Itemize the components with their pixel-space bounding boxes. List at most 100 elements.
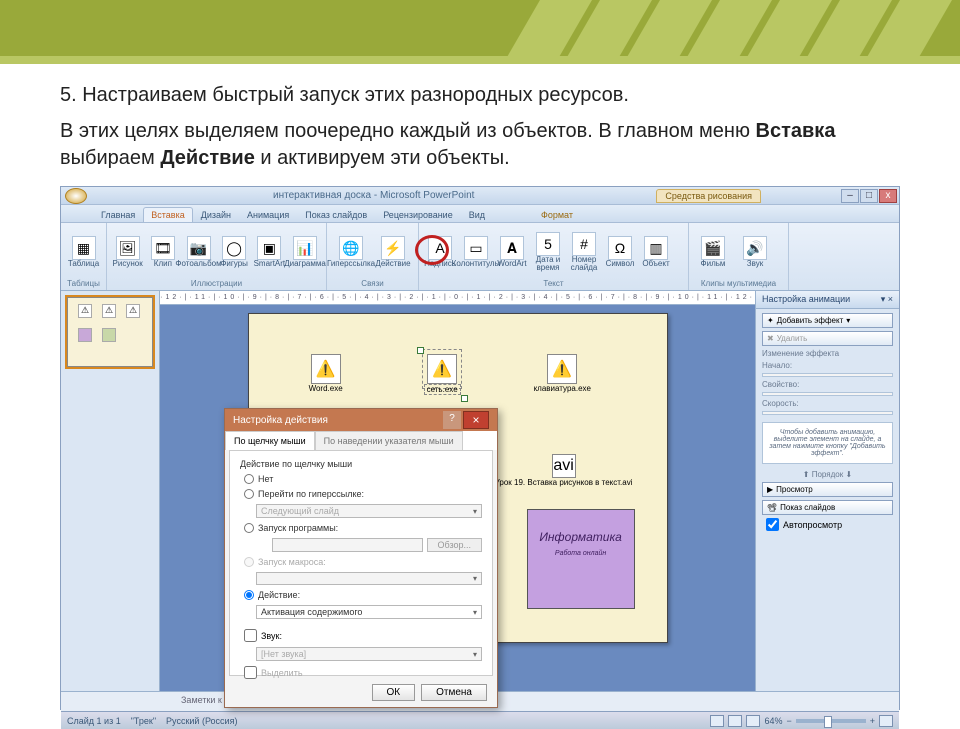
tab-review[interactable]: Рецензирование	[375, 207, 461, 222]
object-action-combo[interactable]: Активация содержимого▾	[256, 605, 482, 619]
avi-icon: avi	[552, 454, 576, 478]
action-settings-dialog: Настройка действия ? × По щелчку мыши По…	[224, 408, 498, 708]
dialog-title: Настройка действия	[233, 415, 328, 426]
smartart-icon: ▣	[257, 236, 281, 260]
sound-combo[interactable]: [Нет звука]▾	[256, 647, 482, 661]
office-button[interactable]	[65, 188, 87, 204]
status-theme: "Трек"	[131, 716, 156, 726]
status-language: Русский (Россия)	[166, 716, 237, 726]
program-path-field[interactable]	[272, 538, 423, 552]
object-keyboard-exe[interactable]: ⚠️клавиатура.exe	[534, 354, 591, 393]
thumbnail-1[interactable]: ⚠⚠⚠	[67, 297, 153, 367]
tab-design[interactable]: Дизайн	[193, 207, 239, 222]
property-field[interactable]	[762, 392, 893, 396]
reorder-label: ⬆ Порядок ⬇	[762, 470, 893, 479]
animation-hint: Чтобы добавить анимацию, выделите элемен…	[762, 422, 893, 464]
cancel-button[interactable]: Отмена	[421, 684, 487, 701]
zoom-in-button[interactable]: +	[870, 716, 875, 726]
ribbon-tabs: Главная Вставка Дизайн Анимация Показ сл…	[61, 205, 899, 223]
tab-home[interactable]: Главная	[93, 207, 143, 222]
object-video-avi[interactable]: aviУрок 19. Вставка рисунков в текст.avi	[489, 454, 639, 487]
hyperlink-icon: 🌐	[339, 236, 363, 260]
slideshow-button[interactable]: 📽 Показ слайдов	[762, 500, 893, 515]
ribbon-shapes[interactable]: ◯Фигуры	[218, 236, 251, 268]
speed-label: Скорость:	[762, 399, 893, 408]
fit-button[interactable]	[879, 715, 893, 727]
ok-button[interactable]: ОК	[372, 684, 416, 701]
decorative-stripes	[505, 0, 960, 60]
zoom-out-button[interactable]: −	[786, 716, 791, 726]
taskpane-title: Настройка анимации	[762, 294, 850, 305]
instruction-para-2: В этих целях выделяем поочередно каждый …	[60, 118, 890, 172]
hyperlink-combo[interactable]: Следующий слайд▾	[256, 504, 482, 518]
ribbon-object[interactable]: ▥Объект	[639, 236, 673, 268]
ribbon-datetime[interactable]: 5Дата и время	[531, 232, 565, 272]
highlight-checkbox[interactable]: Выделить	[240, 666, 482, 679]
object-book-2[interactable]: Информатика Работа онлайн	[527, 509, 635, 609]
ribbon-headerfooter[interactable]: ▭Колонтитулы	[459, 236, 493, 268]
object-network-exe[interactable]: ⚠️сеть.exe	[424, 354, 461, 395]
symbol-icon: Ω	[608, 236, 632, 260]
ribbon-smartart[interactable]: ▣SmartArt	[253, 236, 286, 268]
headerfooter-icon: ▭	[464, 236, 488, 260]
speed-field[interactable]	[762, 411, 893, 415]
slide-thumbnails: ⚠⚠⚠	[61, 291, 160, 691]
warning-icon: ⚠️	[427, 354, 457, 384]
movie-icon: 🎬	[701, 236, 725, 260]
ribbon-table[interactable]: ▦Таблица	[65, 236, 102, 268]
view-show-button[interactable]	[746, 715, 760, 727]
tab-animation[interactable]: Анимация	[239, 207, 297, 222]
change-label: Изменение эффекта	[762, 349, 893, 358]
ribbon-sound[interactable]: 🔊Звук	[735, 236, 775, 268]
dialog-tab-click[interactable]: По щелчку мыши	[225, 431, 315, 450]
object-word-exe[interactable]: ⚠️Word.exe	[309, 354, 343, 393]
taskpane-dropdown-icon[interactable]: ▾ ×	[881, 294, 893, 305]
action-icon: ⚡	[381, 236, 405, 260]
browse-button[interactable]: Обзор...	[427, 538, 483, 552]
ribbon-movie[interactable]: 🎬Фильм	[693, 236, 733, 268]
group-label-illustrations: Иллюстрации	[111, 279, 322, 288]
zoom-slider[interactable]	[796, 719, 866, 723]
autopreview-checkbox[interactable]: Автопросмотр	[762, 518, 893, 531]
minimize-button[interactable]: –	[841, 189, 859, 203]
radio-none[interactable]: Нет	[240, 474, 482, 484]
remove-effect-button[interactable]: ✖Удалить	[762, 331, 893, 346]
status-bar: Слайд 1 из 1 "Трек" Русский (Россия) 64%…	[61, 711, 899, 729]
maximize-button[interactable]: □	[860, 189, 878, 203]
close-button[interactable]: x	[879, 189, 897, 203]
start-field[interactable]	[762, 373, 893, 377]
ribbon-slidenum[interactable]: #Номер слайда	[567, 232, 601, 272]
ribbon-album[interactable]: 📷Фотоальбом	[182, 236, 216, 268]
dialog-help-button[interactable]: ?	[443, 411, 461, 429]
radio-hyperlink[interactable]: Перейти по гиперссылке:	[240, 489, 482, 499]
ribbon-picture[interactable]: 🖼Рисунок	[111, 236, 144, 268]
dialog-tab-hover[interactable]: По наведении указателя мыши	[315, 431, 463, 450]
add-effect-button[interactable]: ✦Добавить эффект ▾	[762, 313, 893, 328]
album-icon: 📷	[187, 236, 211, 260]
ribbon-hyperlink[interactable]: 🌐Гиперссылка	[331, 236, 371, 268]
ribbon-wordart[interactable]: 𝐀WordArt	[495, 236, 529, 268]
tab-slideshow[interactable]: Показ слайдов	[297, 207, 375, 222]
tab-format[interactable]: Формат	[533, 207, 581, 222]
contextual-tab-label: Средства рисования	[656, 189, 761, 203]
dialog-close-button[interactable]: ×	[463, 411, 489, 429]
sound-checkbox[interactable]: Звук:	[240, 629, 482, 642]
view-normal-button[interactable]	[710, 715, 724, 727]
radio-run-program[interactable]: Запуск программы:	[240, 523, 482, 533]
radio-macro: Запуск макроса:	[240, 557, 482, 567]
ribbon-action[interactable]: ⚡Действие	[373, 236, 413, 268]
textbox-icon: A	[428, 236, 452, 260]
chart-icon: 📊	[293, 236, 317, 260]
horizontal-ruler: ·12·|·11·|·10·|·9·|·8·|·7·|·6·|·5·|·4·|·…	[160, 291, 755, 305]
view-sorter-button[interactable]	[728, 715, 742, 727]
radio-object-action[interactable]: Действие:	[240, 590, 482, 600]
start-label: Начало:	[762, 361, 893, 370]
tab-view[interactable]: Вид	[461, 207, 493, 222]
remove-icon: ✖	[767, 334, 774, 343]
group-label-links: Связи	[331, 279, 414, 288]
ribbon-symbol[interactable]: ΩСимвол	[603, 236, 637, 268]
zoom-value: 64%	[764, 716, 782, 726]
tab-insert[interactable]: Вставка	[143, 207, 192, 222]
preview-button[interactable]: ▶ Просмотр	[762, 482, 893, 497]
ribbon-chart[interactable]: 📊Диаграмма	[288, 236, 322, 268]
